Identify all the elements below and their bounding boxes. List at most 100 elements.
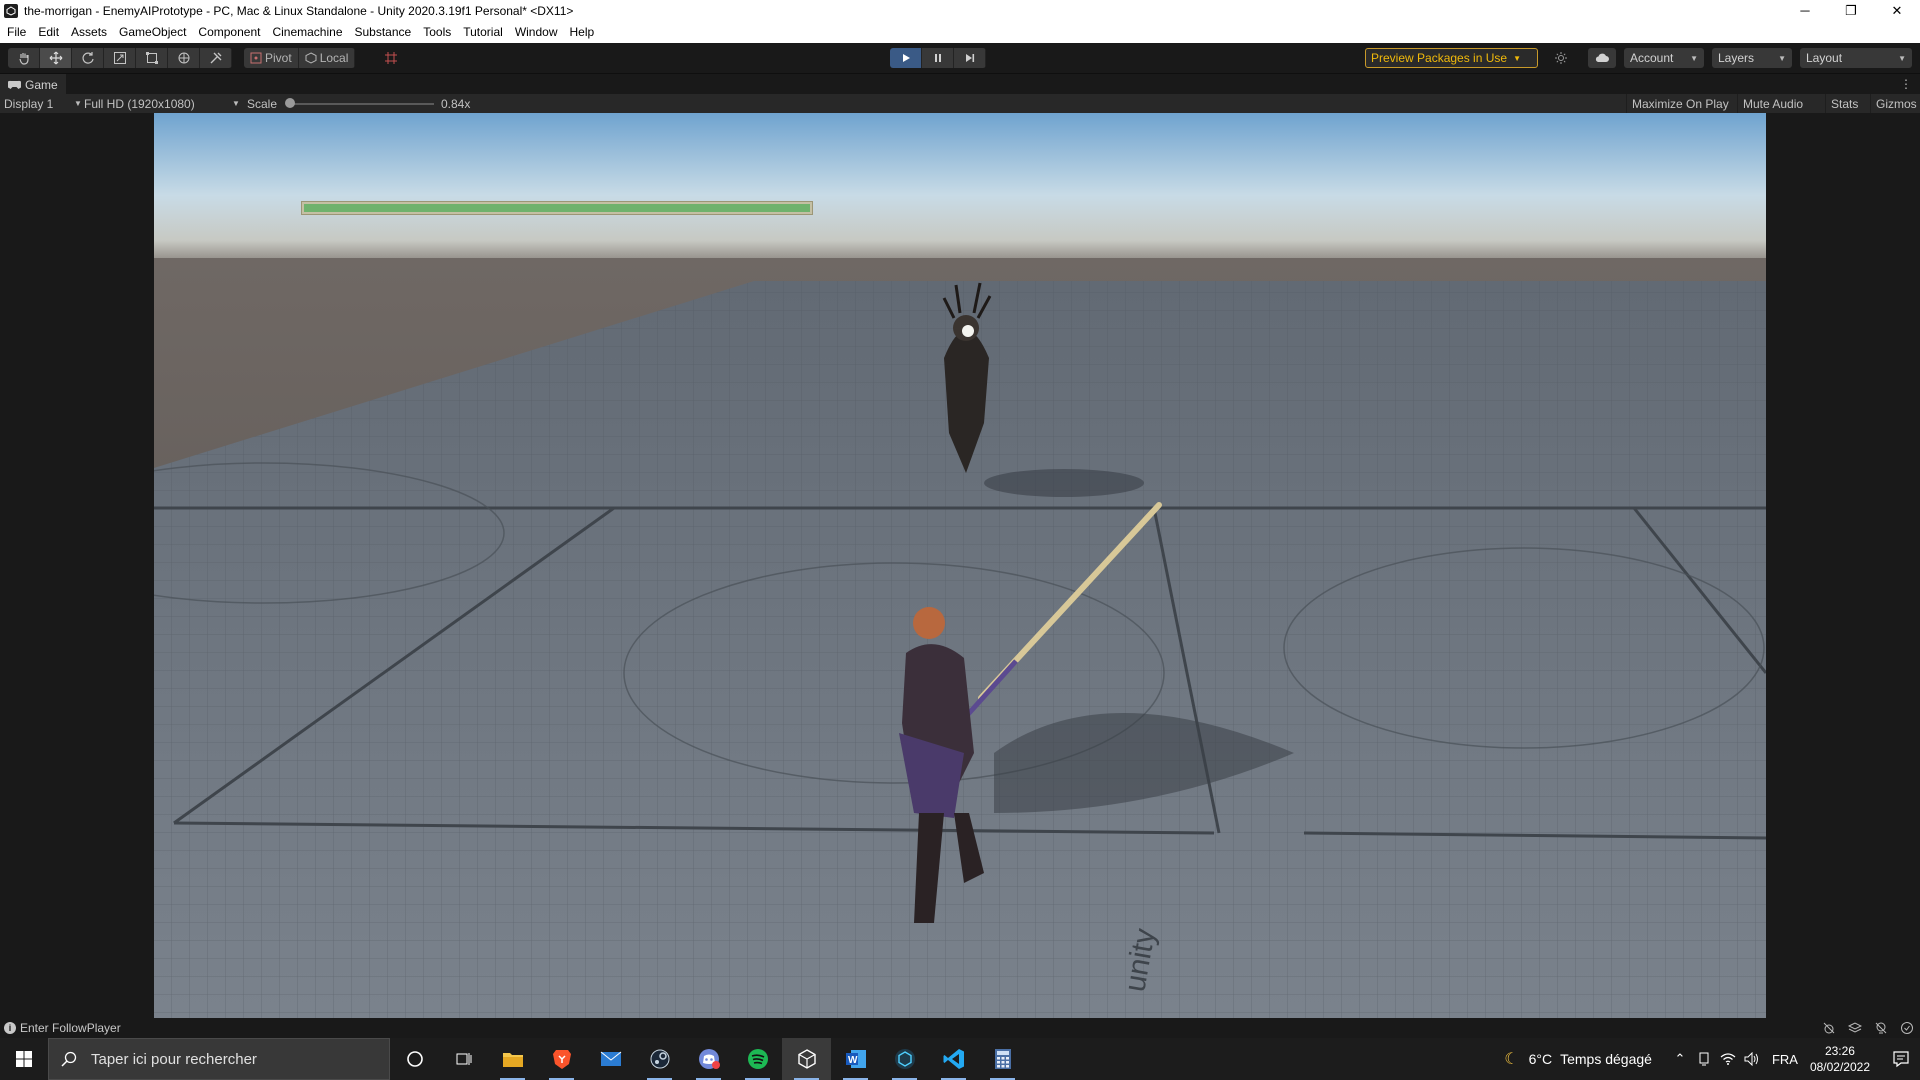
preview-packages-dropdown[interactable]: Preview Packages in Use ▼	[1365, 48, 1538, 68]
task-view-button[interactable]	[439, 1038, 488, 1080]
lighting-toggle-button[interactable]	[1548, 48, 1574, 68]
progress-check-icon[interactable]	[1900, 1021, 1914, 1035]
menu-tools[interactable]: Tools	[417, 21, 457, 43]
transform-tool-button[interactable]	[168, 48, 200, 68]
layers-dropdown[interactable]: Layers ▼	[1712, 48, 1792, 68]
menu-assets[interactable]: Assets	[65, 21, 113, 43]
main-toolbar: Pivot Local Preview Packages in Use ▼ Ac…	[0, 43, 1920, 73]
rect-tool-icon	[145, 52, 158, 64]
taskbar-search-box[interactable]: Taper ici pour rechercher	[48, 1038, 390, 1080]
unity-icon	[797, 1049, 816, 1069]
hand-tool-button[interactable]	[8, 48, 40, 68]
menu-tutorial[interactable]: Tutorial	[457, 21, 509, 43]
show-hidden-icons-button[interactable]: ⌃	[1668, 1051, 1692, 1067]
taskbar-clock[interactable]: 23:26 08/02/2022	[1810, 1043, 1870, 1075]
local-icon	[305, 52, 317, 64]
word-button[interactable]: W	[831, 1038, 880, 1080]
scale-slider-track[interactable]	[292, 103, 434, 105]
play-button[interactable]	[890, 48, 922, 68]
scale-label: Scale	[247, 96, 278, 111]
game-render-view[interactable]: unity	[154, 113, 1766, 1018]
volume-button[interactable]	[1740, 1052, 1764, 1066]
brave-browser-button[interactable]	[537, 1038, 586, 1080]
chevron-down-icon: ▼	[74, 99, 82, 108]
spotify-button[interactable]	[733, 1038, 782, 1080]
rotate-tool-button[interactable]	[72, 48, 104, 68]
network-button[interactable]	[1716, 1052, 1740, 1066]
maximize-button[interactable]: ❐	[1828, 0, 1874, 21]
resolution-dropdown[interactable]: Full HD (1920x1080) ▼	[84, 94, 240, 113]
file-explorer-button[interactable]	[488, 1038, 537, 1080]
minimize-button[interactable]: ─	[1782, 0, 1828, 21]
pivot-label: Pivot	[265, 51, 292, 65]
game-scene-render: unity	[154, 113, 1766, 1018]
layout-label: Layout	[1806, 51, 1843, 65]
menu-help[interactable]: Help	[564, 21, 601, 43]
start-button[interactable]	[0, 1038, 48, 1080]
rect-tool-button[interactable]	[136, 48, 168, 68]
maximize-on-play-label: Maximize On Play	[1632, 96, 1729, 111]
custom-tool-button[interactable]	[200, 48, 232, 68]
search-icon	[61, 1051, 77, 1067]
account-label: Account	[1630, 51, 1674, 65]
step-button[interactable]	[954, 48, 986, 68]
menu-edit[interactable]: Edit	[32, 21, 65, 43]
notification-center-button[interactable]	[1882, 1038, 1920, 1080]
speaker-icon	[1744, 1052, 1758, 1066]
unity-editor-button[interactable]	[782, 1038, 831, 1080]
menu-file[interactable]: File	[0, 21, 32, 43]
lightbulb-off-icon[interactable]	[1874, 1021, 1888, 1035]
vscode-button[interactable]	[929, 1038, 978, 1080]
pause-button[interactable]	[922, 48, 954, 68]
account-dropdown[interactable]: Account ▼	[1624, 48, 1704, 68]
tab-game[interactable]: Game	[0, 74, 66, 95]
layers-stack-icon[interactable]	[1848, 1021, 1862, 1035]
custom-tool-icon	[210, 52, 221, 64]
cortana-button[interactable]	[390, 1038, 439, 1080]
move-tool-icon	[49, 51, 62, 65]
local-label: Local	[319, 51, 349, 65]
menu-gameobject[interactable]: GameObject	[113, 21, 192, 43]
status-right-icons	[1822, 1021, 1914, 1035]
scale-tool-button[interactable]	[104, 48, 136, 68]
menu-component[interactable]: Component	[192, 21, 266, 43]
play-icon	[902, 54, 910, 62]
bug-off-icon[interactable]	[1822, 1021, 1836, 1035]
svg-text:W: W	[848, 1055, 858, 1066]
clock-date: 08/02/2022	[1809, 1060, 1870, 1074]
cloud-services-button[interactable]	[1588, 48, 1616, 68]
maximize-on-play-toggle[interactable]: Maximize On Play	[1626, 94, 1734, 113]
rotate-tool-icon	[81, 52, 94, 64]
grid-snap-icon	[385, 52, 397, 64]
discord-button[interactable]	[684, 1038, 733, 1080]
mail-icon	[600, 1051, 621, 1066]
device-button[interactable]	[1692, 1052, 1716, 1066]
move-tool-button[interactable]	[40, 48, 72, 68]
menu-cinemachine[interactable]: Cinemachine	[266, 21, 348, 43]
tab-options-button[interactable]: ⋮	[1900, 77, 1912, 91]
chevron-up-icon: ⌃	[1674, 1051, 1686, 1066]
console-status-bar[interactable]: i Enter FollowPlayer	[0, 1018, 1920, 1038]
snap-grid-button[interactable]	[378, 48, 404, 68]
restore-icon: ❐	[1845, 2, 1857, 18]
menu-substance[interactable]: Substance	[349, 21, 418, 43]
gizmos-dropdown[interactable]: Gizmos ▼	[1870, 94, 1920, 113]
weather-widget[interactable]: ☾ 6°C Temps dégagé	[1504, 1049, 1652, 1069]
pivot-toggle[interactable]: Pivot	[244, 48, 299, 68]
transform-tools	[8, 48, 232, 68]
input-language[interactable]: FRA	[1772, 1052, 1798, 1067]
local-toggle[interactable]: Local	[299, 48, 356, 68]
unity-hub-button[interactable]	[880, 1038, 929, 1080]
stats-toggle[interactable]: Stats	[1825, 94, 1863, 113]
layout-dropdown[interactable]: Layout ▼	[1800, 48, 1912, 68]
discord-icon	[698, 1049, 720, 1069]
close-button[interactable]: ✕	[1874, 0, 1920, 21]
calculator-button[interactable]	[978, 1038, 1027, 1080]
scale-slider-handle[interactable]	[285, 98, 295, 108]
mute-audio-toggle[interactable]: Mute Audio	[1737, 94, 1808, 113]
display-dropdown[interactable]: Display 1 ▼	[4, 94, 82, 113]
steam-button[interactable]	[635, 1038, 684, 1080]
menu-window[interactable]: Window	[509, 21, 564, 43]
mail-button[interactable]	[586, 1038, 635, 1080]
sky	[154, 113, 1766, 263]
